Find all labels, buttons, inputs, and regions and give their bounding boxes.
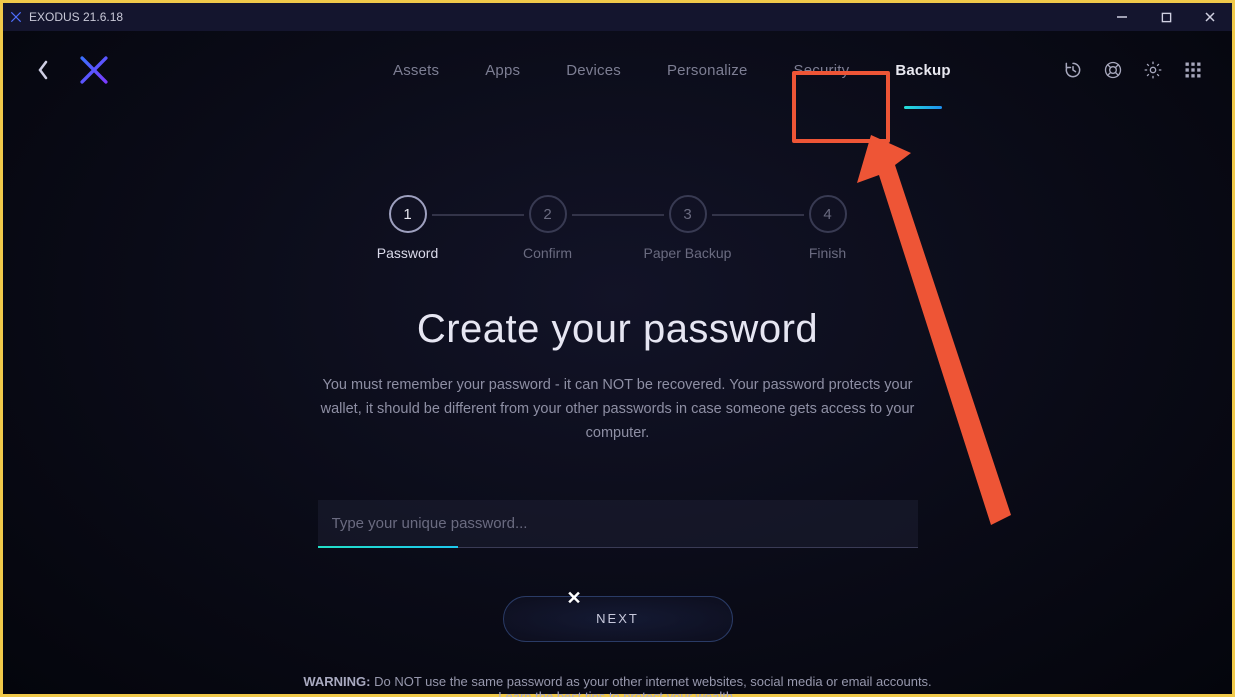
settings-button[interactable] [1142,59,1164,81]
close-x-icon[interactable]: ✕ [567,588,582,609]
close-icon [1204,11,1216,23]
step-number: 2 [529,195,567,233]
help-button[interactable] [1102,59,1124,81]
password-input[interactable] [318,500,918,548]
chevron-left-icon [36,59,50,81]
page-subtext: You must remember your password - it can… [318,374,918,446]
history-button[interactable] [1062,59,1084,81]
tab-assets[interactable]: Assets [389,52,443,89]
step-password: 1 Password [338,195,478,261]
maximize-icon [1161,12,1172,23]
window-close-button[interactable] [1188,3,1232,31]
step-number: 3 [669,195,707,233]
warning-prefix: WARNING: [303,674,374,689]
app-logo-icon [77,53,111,87]
grid-icon [1183,60,1203,80]
learn-more-link[interactable]: Learn the best tips to protect your weal… [498,689,736,697]
backup-stepper: 1 Password 2 Confirm 3 Paper Backup 4 Fi… [338,195,898,261]
top-nav: Assets Apps Devices Personalize Security… [3,31,1232,109]
window-minimize-button[interactable] [1100,3,1144,31]
step-number: 1 [389,195,427,233]
step-confirm: 2 Confirm [478,195,618,261]
step-label: Password [377,245,438,261]
page-title: Create your password [417,307,818,352]
step-paper-backup: 3 Paper Backup [618,195,758,261]
gear-icon [1143,60,1163,80]
step-number: 4 [809,195,847,233]
step-label: Finish [809,245,846,261]
step-finish: 4 Finish [758,195,898,261]
step-label: Confirm [523,245,572,261]
next-button-label: NEXT [596,611,639,626]
tab-security[interactable]: Security [790,52,854,89]
input-underline-accent [318,546,458,548]
password-field-wrap [318,500,918,548]
minimize-icon [1116,11,1128,23]
nav-tabs: Assets Apps Devices Personalize Security… [389,52,955,89]
tab-devices[interactable]: Devices [562,52,625,89]
window-titlebar: EXODUS 21.6.18 [3,3,1232,31]
step-label: Paper Backup [644,245,732,261]
window-title: EXODUS 21.6.18 [29,10,123,24]
app-body: Assets Apps Devices Personalize Security… [3,31,1232,694]
next-button-wrap: ✕ NEXT [503,596,733,642]
lifering-icon [1103,60,1123,80]
apps-grid-button[interactable] [1182,59,1204,81]
warning-body: Do NOT use the same password as your oth… [374,674,932,689]
app-logo-small-icon [9,10,23,24]
window-maximize-button[interactable] [1144,3,1188,31]
warning-text: WARNING: Do NOT use the same password as… [303,674,931,697]
next-button[interactable]: NEXT [503,596,733,642]
main-content: 1 Password 2 Confirm 3 Paper Backup 4 Fi… [3,161,1232,697]
tab-apps[interactable]: Apps [481,52,524,89]
back-button[interactable] [31,58,55,82]
tab-personalize[interactable]: Personalize [663,52,752,89]
tab-backup[interactable]: Backup [891,52,954,89]
history-icon [1063,60,1083,80]
